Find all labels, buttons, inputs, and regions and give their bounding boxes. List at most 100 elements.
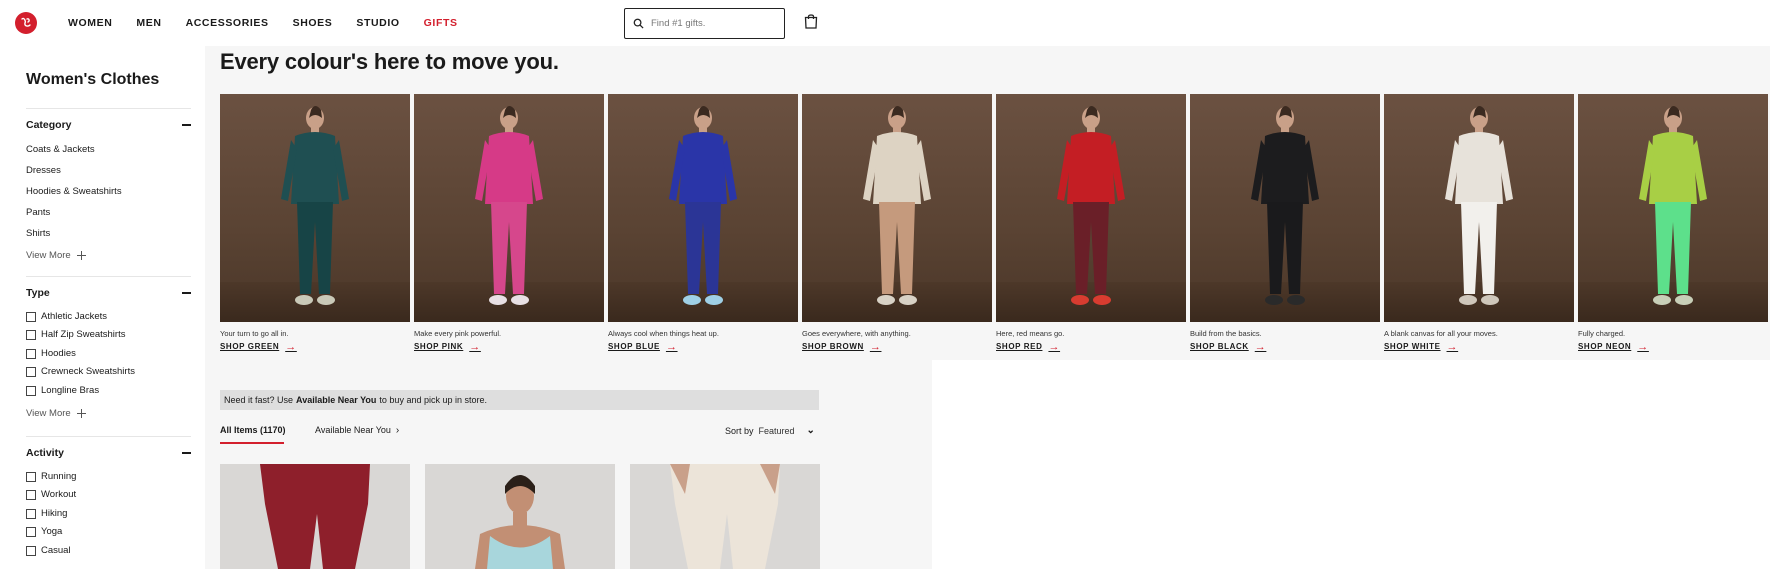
checkbox[interactable] xyxy=(26,471,36,482)
checkbox[interactable] xyxy=(26,366,36,377)
model-photo[interactable] xyxy=(1578,94,1768,322)
colour-card[interactable]: Goes everywhere, with anything. SHOP BROW… xyxy=(802,94,992,352)
colour-card[interactable]: Your turn to go all in. SHOP GREEN → xyxy=(220,94,410,352)
type-option-hoodies[interactable]: Hoodies xyxy=(26,348,76,359)
option-label: Longline Bras xyxy=(41,385,100,396)
top-header: WOMEN MEN ACCESSORIES SHOES STUDIO GIFTS xyxy=(0,0,1784,46)
nav-gifts[interactable]: GIFTS xyxy=(424,17,458,29)
checkbox[interactable] xyxy=(26,385,36,396)
nav-accessories[interactable]: ACCESSORIES xyxy=(186,17,269,29)
option-label: Hoodies xyxy=(41,348,76,359)
checkbox[interactable] xyxy=(26,311,36,322)
shop-colour-link[interactable]: SHOP BLACK → xyxy=(1190,340,1267,353)
activity-option-yoga[interactable]: Yoga xyxy=(26,526,62,537)
arrow-right-icon: → xyxy=(1254,340,1267,353)
colour-card[interactable]: Make every pink powerful. SHOP PINK → xyxy=(414,94,604,352)
logo-mark-icon xyxy=(21,17,31,27)
activity-option-running[interactable]: Running xyxy=(26,471,76,482)
category-link-dresses[interactable]: Dresses xyxy=(26,165,61,176)
sort-dropdown[interactable]: Sort by Featured ⌄ xyxy=(725,425,815,436)
colour-card[interactable]: A blank canvas for all your moves. SHOP W… xyxy=(1384,94,1574,352)
checkbox[interactable] xyxy=(26,526,36,537)
activity-option-casual[interactable]: Casual xyxy=(26,545,71,556)
category-header[interactable]: Category xyxy=(26,119,191,131)
type-header[interactable]: Type xyxy=(26,287,191,299)
nav-studio[interactable]: STUDIO xyxy=(356,17,399,29)
shop-colour-link[interactable]: SHOP BROWN → xyxy=(802,341,881,352)
model-photo[interactable] xyxy=(1384,94,1574,322)
product-tile[interactable] xyxy=(220,464,410,569)
category-link-hoodies-sweatshirts[interactable]: Hoodies & Sweatshirts xyxy=(26,186,122,197)
model-photo[interactable] xyxy=(802,94,992,322)
type-option-athletic-jackets[interactable]: Athletic Jackets xyxy=(26,311,107,322)
shopping-bag-icon[interactable] xyxy=(804,13,818,29)
shop-link-label: SHOP PINK xyxy=(414,342,464,351)
shop-colour-link[interactable]: SHOP GREEN → xyxy=(220,340,297,353)
colour-card[interactable]: Build from the basics. SHOP BLACK → xyxy=(1190,94,1380,352)
category-link-pants[interactable]: Pants xyxy=(26,207,50,218)
shop-colour-link[interactable]: SHOP BLUE → xyxy=(608,341,678,352)
notice-bold-link[interactable]: Available Near You xyxy=(296,395,376,405)
available-near-you-notice: Need it fast? Use Available Near You to … xyxy=(220,390,819,410)
checkbox[interactable] xyxy=(26,329,36,340)
divider xyxy=(26,436,191,437)
shop-link-label: SHOP BROWN xyxy=(802,342,864,351)
tab-all-items[interactable]: All Items (1170) xyxy=(220,425,286,435)
view-more-label: View More xyxy=(26,250,71,261)
type-option-half-zip-sweatshirts[interactable]: Half Zip Sweatshirts xyxy=(26,329,125,340)
colour-tagline: Build from the basics. xyxy=(1190,329,1262,338)
colour-tagline: Your turn to go all in. xyxy=(220,329,289,338)
shop-colour-link[interactable]: SHOP PINK → xyxy=(414,341,481,352)
shop-link-label: SHOP NEON xyxy=(1578,342,1632,351)
tab-available-near-you[interactable]: Available Near You › xyxy=(315,425,399,436)
filter-sidebar: Women's Clothes Category Coats & Jackets… xyxy=(0,46,205,569)
model-photo[interactable] xyxy=(996,94,1186,322)
activity-header[interactable]: Activity xyxy=(26,447,191,459)
shop-colour-link[interactable]: SHOP WHITE → xyxy=(1384,341,1458,352)
category-view-more[interactable]: View More xyxy=(26,250,86,261)
option-label: Crewneck Sweatshirts xyxy=(41,366,135,377)
shop-link-label: SHOP BLUE xyxy=(608,342,660,351)
shop-colour-link[interactable]: SHOP NEON → xyxy=(1578,340,1649,353)
collapse-icon[interactable] xyxy=(182,124,191,126)
checkbox[interactable] xyxy=(26,545,36,556)
model-photo[interactable] xyxy=(608,94,798,322)
category-link-shirts[interactable]: Shirts xyxy=(26,228,50,239)
type-view-more[interactable]: View More xyxy=(26,408,86,419)
view-more-label: View More xyxy=(26,408,71,419)
product-photo xyxy=(425,464,615,569)
arrow-right-icon: → xyxy=(1637,340,1649,353)
collapse-icon[interactable] xyxy=(182,292,191,294)
product-tile[interactable] xyxy=(425,464,615,569)
checkbox[interactable] xyxy=(26,348,36,359)
category-link-coats-jackets[interactable]: Coats & Jackets xyxy=(26,144,95,155)
nav-women[interactable]: WOMEN xyxy=(68,17,112,29)
model-photo[interactable] xyxy=(220,94,410,322)
model-photo[interactable] xyxy=(414,94,604,322)
option-label: Workout xyxy=(41,489,77,500)
nav-shoes[interactable]: SHOES xyxy=(293,17,333,29)
product-tile[interactable] xyxy=(630,464,820,569)
activity-option-hiking[interactable]: Hiking xyxy=(26,508,67,519)
search-box[interactable] xyxy=(624,8,785,39)
option-label: Athletic Jackets xyxy=(41,311,107,322)
shop-colour-link[interactable]: SHOP RED → xyxy=(996,341,1060,352)
model-photo[interactable] xyxy=(1190,94,1380,322)
checkbox[interactable] xyxy=(26,508,36,519)
type-option-crewneck-sweatshirts[interactable]: Crewneck Sweatshirts xyxy=(26,366,135,377)
collapse-icon[interactable] xyxy=(182,452,191,454)
chevron-down-icon: ⌄ xyxy=(806,425,815,436)
brand-logo[interactable] xyxy=(15,12,37,34)
checkbox[interactable] xyxy=(26,489,36,500)
colour-card[interactable]: Fully charged. SHOP NEON → xyxy=(1578,94,1768,352)
nav-men[interactable]: MEN xyxy=(136,17,161,29)
active-tab-underline xyxy=(220,442,284,444)
colour-card[interactable]: Here, red means go. SHOP RED → xyxy=(996,94,1186,352)
colour-card[interactable]: Always cool when things heat up. SHOP BLU… xyxy=(608,94,798,352)
option-label: Hiking xyxy=(41,508,68,519)
search-input[interactable] xyxy=(651,18,771,29)
option-label: Yoga xyxy=(41,526,63,537)
type-option-longline-bras[interactable]: Longline Bras xyxy=(26,385,99,396)
activity-option-workout[interactable]: Workout xyxy=(26,489,76,500)
arrow-right-icon: → xyxy=(285,340,297,353)
